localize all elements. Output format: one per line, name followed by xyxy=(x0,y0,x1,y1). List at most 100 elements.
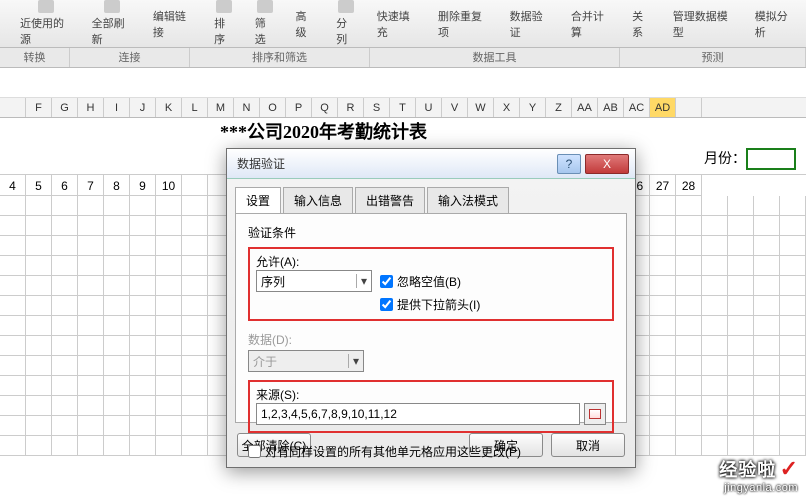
grid-cell[interactable] xyxy=(650,436,676,456)
grid-cell[interactable] xyxy=(650,256,676,276)
grid-cell[interactable] xyxy=(182,376,208,396)
grid-cell[interactable] xyxy=(0,336,26,356)
grid-cell[interactable] xyxy=(52,196,78,216)
ribbon-edit-links[interactable]: 编辑链接 xyxy=(143,0,204,47)
day-cell[interactable]: 27 xyxy=(650,175,676,196)
grid-cell[interactable] xyxy=(182,336,208,356)
day-cell[interactable]: 4 xyxy=(0,175,26,196)
grid-cell[interactable] xyxy=(78,296,104,316)
grid-cell[interactable] xyxy=(650,316,676,336)
grid-cell[interactable] xyxy=(52,216,78,236)
grid-cell[interactable] xyxy=(104,316,130,336)
ribbon-filter[interactable]: 筛选 xyxy=(245,0,286,47)
grid-cell[interactable] xyxy=(728,276,754,296)
grid-cell[interactable] xyxy=(780,296,806,316)
grid-cell[interactable] xyxy=(676,336,702,356)
column-header[interactable]: S xyxy=(364,98,390,117)
grid-cell[interactable] xyxy=(728,416,754,436)
grid-cell[interactable] xyxy=(0,436,26,456)
column-header[interactable]: U xyxy=(416,98,442,117)
grid-cell[interactable] xyxy=(130,336,156,356)
grid-cell[interactable] xyxy=(754,336,780,356)
grid-cell[interactable] xyxy=(0,196,26,216)
grid-cell[interactable] xyxy=(26,376,52,396)
grid-cell[interactable] xyxy=(650,376,676,396)
column-header[interactable]: N xyxy=(234,98,260,117)
grid-cell[interactable] xyxy=(182,316,208,336)
grid-cell[interactable] xyxy=(130,256,156,276)
grid-cell[interactable] xyxy=(26,276,52,296)
grid-cell[interactable] xyxy=(104,216,130,236)
tab-ime-mode[interactable]: 输入法模式 xyxy=(427,187,509,213)
ribbon-manage-model[interactable]: 管理数据模型 xyxy=(663,0,745,47)
grid-cell[interactable] xyxy=(182,416,208,436)
grid-cell[interactable] xyxy=(754,196,780,216)
grid-cell[interactable] xyxy=(52,296,78,316)
grid-cell[interactable] xyxy=(0,376,26,396)
grid-cell[interactable] xyxy=(104,276,130,296)
grid-cell[interactable] xyxy=(156,296,182,316)
grid-cell[interactable] xyxy=(676,396,702,416)
grid-cell[interactable] xyxy=(650,216,676,236)
grid-cell[interactable] xyxy=(702,296,728,316)
grid-cell[interactable] xyxy=(78,396,104,416)
ribbon-refresh-all[interactable]: 全部刷新 xyxy=(82,0,143,47)
grid-cell[interactable] xyxy=(702,316,728,336)
grid-cell[interactable] xyxy=(26,196,52,216)
column-header[interactable]: J xyxy=(130,98,156,117)
day-cell[interactable]: 9 xyxy=(130,175,156,196)
grid-cell[interactable] xyxy=(702,256,728,276)
grid-cell[interactable] xyxy=(780,356,806,376)
grid-cell[interactable] xyxy=(650,236,676,256)
grid-cell[interactable] xyxy=(650,196,676,216)
grid-cell[interactable] xyxy=(78,196,104,216)
grid-cell[interactable] xyxy=(702,276,728,296)
grid-cell[interactable] xyxy=(26,296,52,316)
column-header[interactable]: Z xyxy=(546,98,572,117)
column-header[interactable]: M xyxy=(208,98,234,117)
grid-cell[interactable] xyxy=(676,356,702,376)
grid-cell[interactable] xyxy=(104,336,130,356)
day-cell[interactable]: 5 xyxy=(26,175,52,196)
grid-cell[interactable] xyxy=(780,376,806,396)
grid-cell[interactable] xyxy=(0,276,26,296)
ribbon-recent-sources[interactable]: 近使用的源 xyxy=(10,0,82,47)
grid-cell[interactable] xyxy=(754,276,780,296)
grid-cell[interactable] xyxy=(728,356,754,376)
grid-cell[interactable] xyxy=(676,216,702,236)
grid-cell[interactable] xyxy=(104,396,130,416)
day-cell[interactable]: 7 xyxy=(78,175,104,196)
column-header[interactable]: X xyxy=(494,98,520,117)
grid-cell[interactable] xyxy=(754,296,780,316)
grid-cell[interactable] xyxy=(78,436,104,456)
grid-cell[interactable] xyxy=(0,416,26,436)
grid-cell[interactable] xyxy=(26,436,52,456)
grid-cell[interactable] xyxy=(52,376,78,396)
grid-cell[interactable] xyxy=(156,336,182,356)
grid-cell[interactable] xyxy=(754,356,780,376)
grid-cell[interactable] xyxy=(182,236,208,256)
grid-cell[interactable] xyxy=(130,316,156,336)
grid-cell[interactable] xyxy=(78,216,104,236)
grid-cell[interactable] xyxy=(702,436,728,456)
grid-cell[interactable] xyxy=(130,236,156,256)
column-header[interactable]: P xyxy=(286,98,312,117)
grid-cell[interactable] xyxy=(650,296,676,316)
grid-cell[interactable] xyxy=(104,296,130,316)
grid-cell[interactable] xyxy=(156,396,182,416)
grid-cell[interactable] xyxy=(650,336,676,356)
grid-cell[interactable] xyxy=(754,256,780,276)
column-header[interactable]: K xyxy=(156,98,182,117)
day-cell[interactable]: 28 xyxy=(676,175,702,196)
grid-cell[interactable] xyxy=(52,256,78,276)
grid-cell[interactable] xyxy=(676,196,702,216)
grid-cell[interactable] xyxy=(780,196,806,216)
grid-cell[interactable] xyxy=(130,196,156,216)
ribbon-remove-dup[interactable]: 删除重复项 xyxy=(428,0,500,47)
grid-cell[interactable] xyxy=(52,436,78,456)
grid-cell[interactable] xyxy=(78,376,104,396)
grid-cell[interactable] xyxy=(780,236,806,256)
grid-cell[interactable] xyxy=(702,216,728,236)
column-header[interactable]: AB xyxy=(598,98,624,117)
tab-settings[interactable]: 设置 xyxy=(235,187,281,213)
